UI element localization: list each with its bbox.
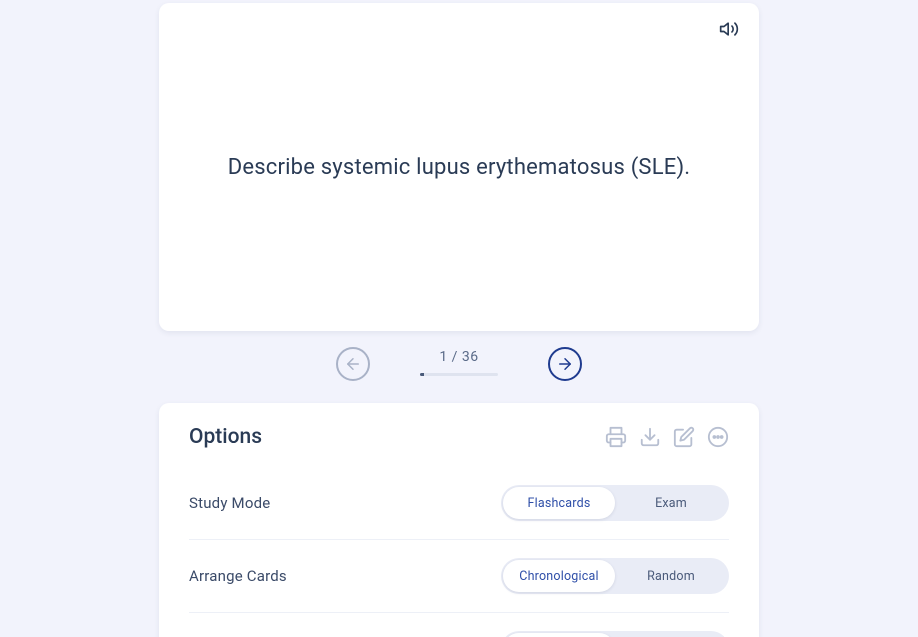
flashcard-app: Describe systemic lupus erythematosus (S…: [0, 0, 918, 637]
flashcard-text: Describe systemic lupus erythematosus (S…: [228, 155, 691, 180]
direction-back-first[interactable]: Back First: [615, 633, 727, 637]
options-header: Options: [189, 425, 729, 449]
study-mode-flashcards[interactable]: Flashcards: [503, 487, 615, 519]
arrange-random[interactable]: Random: [615, 560, 727, 592]
options-panel: Options: [159, 403, 759, 637]
segmented-card-direction: Front First Back First: [501, 631, 729, 637]
prev-button[interactable]: [336, 347, 370, 381]
audio-button[interactable]: [717, 17, 741, 41]
pagination-center: 1 / 36: [420, 347, 498, 376]
edit-button[interactable]: [673, 426, 695, 448]
next-button[interactable]: [548, 347, 582, 381]
arrow-left-icon: [344, 355, 362, 373]
arrange-chronological[interactable]: Chronological: [503, 560, 615, 592]
progress-fill: [420, 373, 424, 376]
flashcard[interactable]: Describe systemic lupus erythematosus (S…: [159, 3, 759, 331]
option-label: Study Mode: [189, 494, 270, 512]
print-icon: [605, 426, 627, 448]
study-mode-exam[interactable]: Exam: [615, 487, 727, 519]
direction-front-first[interactable]: Front First: [503, 633, 615, 637]
print-button[interactable]: [605, 426, 627, 448]
option-row-card-direction: Card Direction Front First Back First: [189, 613, 729, 637]
more-button[interactable]: [707, 426, 729, 448]
segmented-study-mode: Flashcards Exam: [501, 485, 729, 521]
options-icon-row: [605, 426, 729, 448]
option-row-arrange-cards: Arrange Cards Chronological Random: [189, 540, 729, 613]
download-button[interactable]: [639, 426, 661, 448]
download-icon: [639, 426, 661, 448]
more-icon: [707, 426, 729, 448]
page-counter: 1 / 36: [439, 349, 478, 365]
progress-bar: [420, 373, 498, 376]
arrow-right-icon: [556, 355, 574, 373]
option-row-study-mode: Study Mode Flashcards Exam: [189, 467, 729, 540]
edit-icon: [673, 426, 695, 448]
pagination-row: 1 / 36: [159, 347, 759, 381]
speaker-icon: [719, 19, 739, 39]
segmented-arrange-cards: Chronological Random: [501, 558, 729, 594]
options-title: Options: [189, 425, 262, 449]
option-label: Arrange Cards: [189, 567, 287, 585]
